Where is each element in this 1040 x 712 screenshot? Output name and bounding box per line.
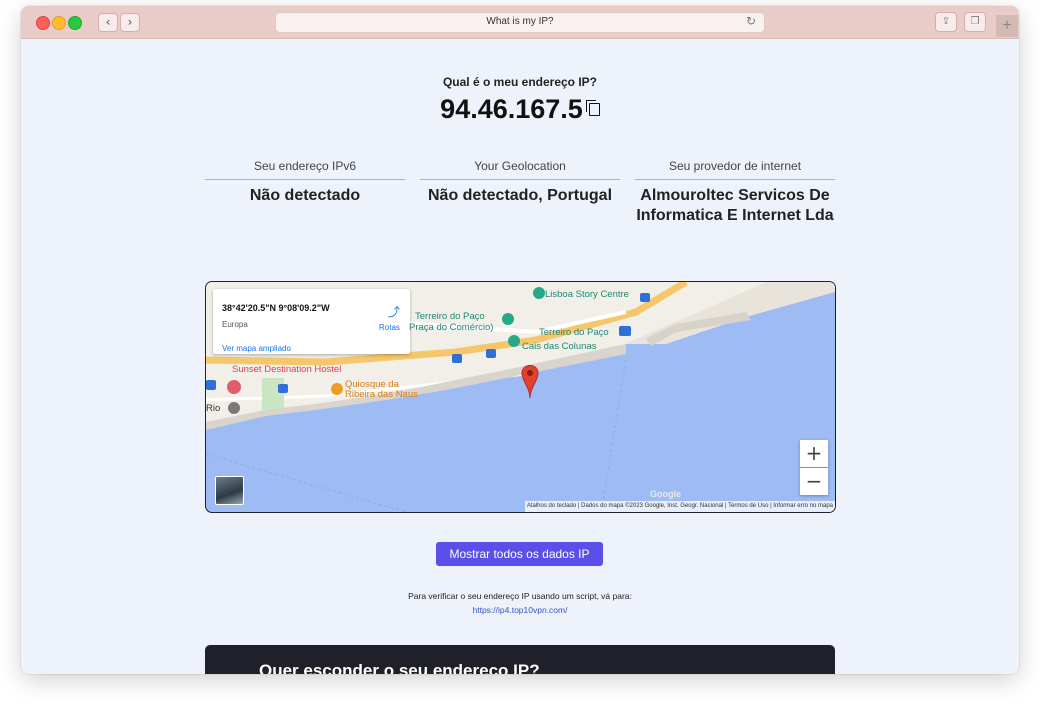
divider <box>635 179 835 180</box>
chevron-right-icon: › <box>127 15 133 29</box>
share-button[interactable]: ⇪ <box>935 12 957 32</box>
geolocation-label: Your Geolocation <box>474 159 566 173</box>
map-attribution[interactable]: Atalhos do teclado | Dados do mapa ©2023… <box>524 501 835 512</box>
minimize-window-button[interactable] <box>52 16 66 30</box>
place-terreiro-do-paco[interactable]: Terreiro do Paço <box>415 311 485 322</box>
reload-icon[interactable]: ↻ <box>746 14 756 28</box>
script-hint-text: Para verificar o seu endereço IP usando … <box>408 591 632 601</box>
plus-icon: + <box>1002 17 1012 34</box>
place-praca-do-comercio[interactable]: Praça do Comércio) <box>409 322 493 333</box>
geolocation-value: Não detectado, Portugal <box>427 187 613 204</box>
ipv6-label: Seu endereço IPv6 <box>253 159 357 173</box>
location-map[interactable]: 38°42'20.5"N 9°08'09.2"W Europa Ver mapa… <box>205 281 836 513</box>
ip-address: 94.46.167.5 <box>440 94 583 124</box>
geolocation-column: Your Geolocation Não detectado, Portugal <box>420 159 620 206</box>
ipv6-value: Não detectado <box>249 187 361 204</box>
browser-window: ‹ › What is my IP? ↻ ⇪ ❐ + Qual é o meu … <box>21 6 1019 674</box>
address-bar[interactable]: What is my IP? ↻ <box>275 12 765 33</box>
ipv6-column: Seu endereço IPv6 Não detectado <box>205 159 405 206</box>
hide-ip-banner: Quer esconder o seu endereço IP? <box>205 645 835 674</box>
larger-map-link[interactable]: Ver mapa ampliado <box>222 344 291 353</box>
zoom-window-button[interactable] <box>68 16 82 30</box>
chevron-left-icon: ‹ <box>105 15 111 29</box>
isp-value: Almouroltec Servicos De Informatica E In… <box>636 187 834 224</box>
share-icon: ⇪ <box>941 16 951 27</box>
new-tab-button[interactable]: + <box>996 15 1018 37</box>
tabs-icon: ❐ <box>970 16 980 27</box>
address-bar-text: What is my IP? <box>486 16 554 27</box>
place-cais-das-colunas[interactable]: Cais das Colunas <box>522 341 596 352</box>
zoom-in-button[interactable]: + <box>800 440 828 467</box>
divider <box>420 179 620 180</box>
close-window-button[interactable] <box>36 16 50 30</box>
forward-button[interactable]: › <box>120 13 140 32</box>
map-info-card: 38°42'20.5"N 9°08'09.2"W Europa Ver mapa… <box>213 289 410 354</box>
place-rio[interactable]: Rio <box>206 403 220 414</box>
hide-ip-heading: Quer esconder o seu endereço IP? <box>259 661 540 674</box>
place-ribeira-das-naus[interactable]: Ribeira das Naus <box>345 389 418 400</box>
place-terreiro-metro[interactable]: Terreiro do Paço <box>539 327 609 338</box>
isp-label: Seu provedor de internet <box>668 159 802 173</box>
place-lisboa-story-centre[interactable]: Lisboa Story Centre <box>545 289 629 300</box>
copy-icon[interactable] <box>585 100 600 116</box>
map-coordinates: 38°42'20.5"N 9°08'09.2"W <box>222 303 330 313</box>
title-bar: ‹ › What is my IP? ↻ ⇪ ❐ + <box>21 6 1019 39</box>
back-button[interactable]: ‹ <box>98 13 118 32</box>
map-region: Europa <box>222 320 248 329</box>
page-content: Qual é o meu endereço IP? 94.46.167.5 Se… <box>21 39 1019 674</box>
ip-question-heading: Qual é o meu endereço IP? <box>442 75 598 89</box>
show-all-ip-data-button[interactable]: Mostrar todos os dados IP <box>436 542 603 566</box>
zoom-out-button[interactable]: − <box>800 468 828 495</box>
ip-address-row: 94.46.167.5 <box>21 94 1019 125</box>
directions-icon[interactable]: ⤴ <box>388 303 400 320</box>
directions-link[interactable]: Rotas <box>379 323 400 332</box>
tabs-button[interactable]: ❐ <box>964 12 986 32</box>
google-logo: Google <box>650 489 681 499</box>
place-sunset-hostel[interactable]: Sunset Destination Hostel <box>232 364 341 375</box>
script-hint-link[interactable]: https://ip4.top10vpn.com/ <box>21 605 1019 615</box>
isp-column: Seu provedor de internet Almouroltec Ser… <box>635 159 835 226</box>
divider <box>205 179 405 180</box>
satellite-toggle[interactable] <box>215 476 244 505</box>
